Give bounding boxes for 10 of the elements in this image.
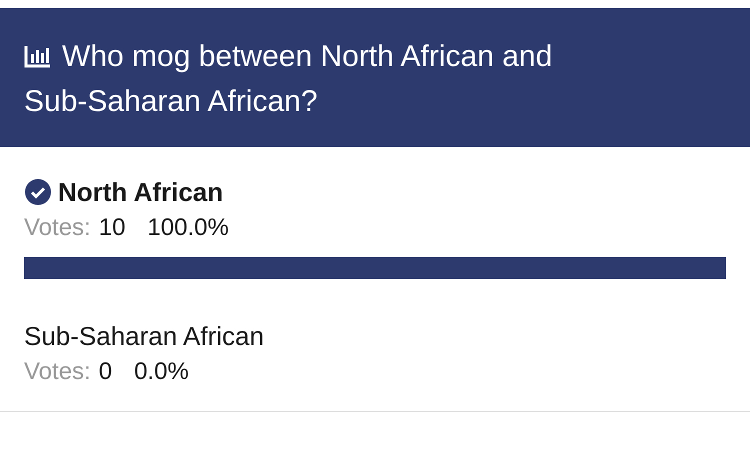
votes-count: 10: [98, 213, 126, 243]
option-label: Sub-Saharan African: [24, 320, 264, 352]
votes-count: 0: [98, 357, 112, 387]
option-label: North African: [58, 176, 224, 208]
vote-percent: 100.0%: [147, 213, 229, 243]
poll-title: Who mog between North African and Sub-Saharan African?: [24, 39, 554, 120]
votes-label: Votes:: [24, 357, 91, 387]
vote-percent: 0.0%: [134, 357, 189, 387]
votes-label: Votes:: [24, 213, 91, 243]
bar-chart-icon: [24, 44, 52, 68]
